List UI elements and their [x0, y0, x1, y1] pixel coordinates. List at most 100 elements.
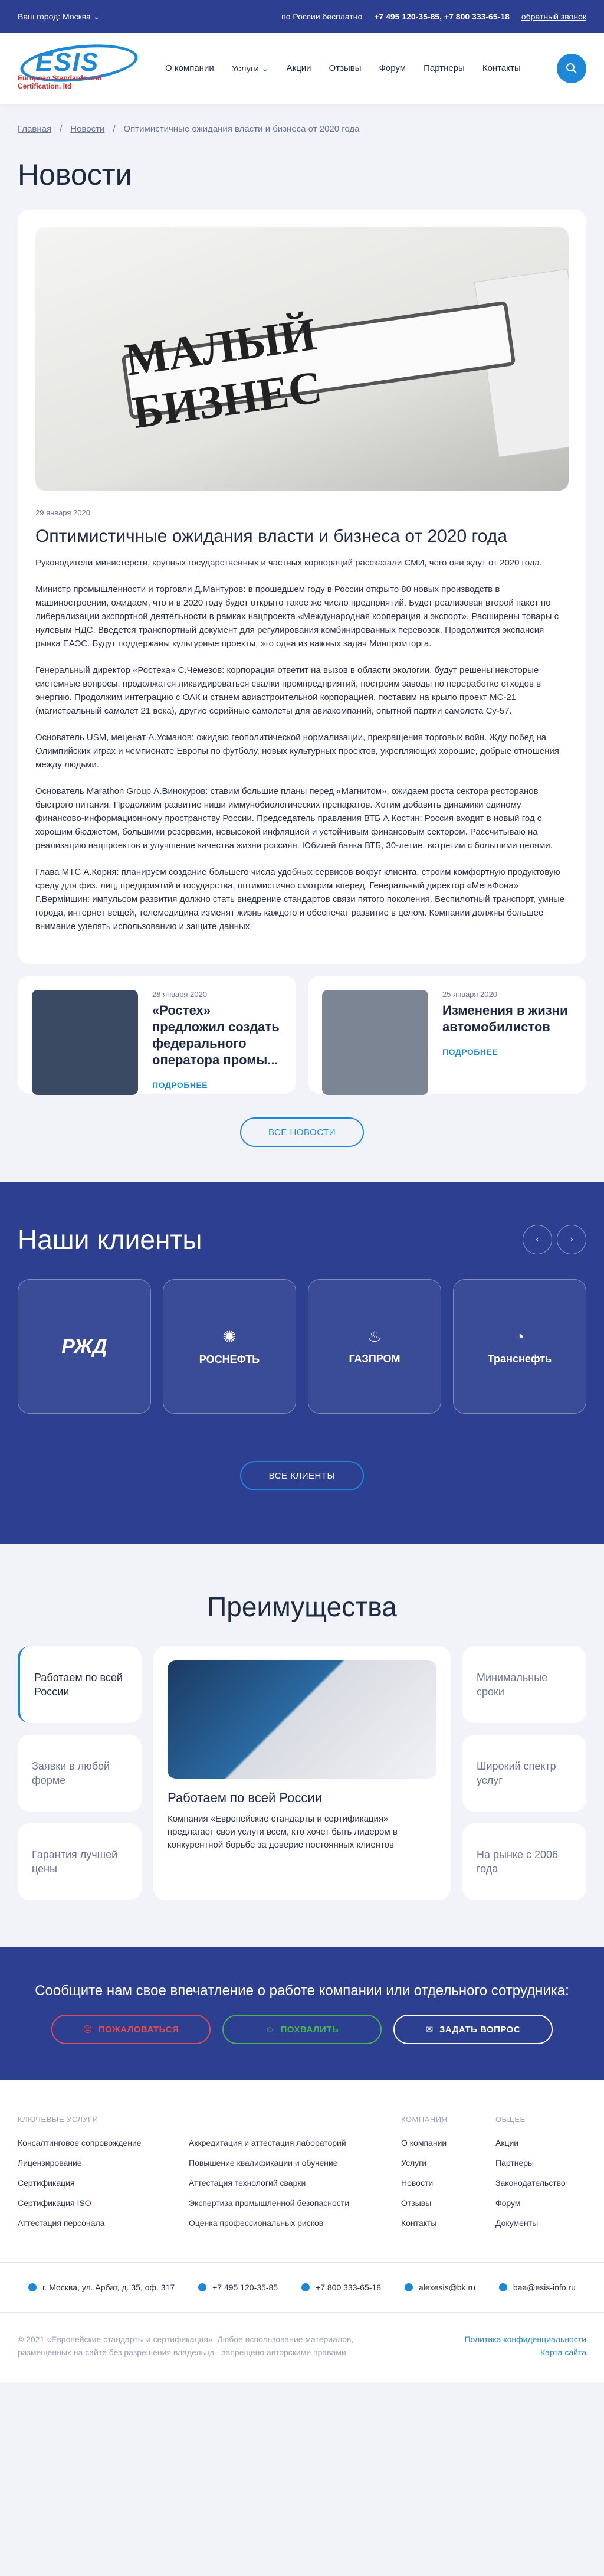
article-hero-image: МАЛЫЙ БИЗНЕС	[35, 227, 569, 491]
advantage-tab[interactable]: Гарантия лучшей цены	[18, 1823, 142, 1900]
advantage-tab[interactable]: Работаем по всей России	[18, 1646, 142, 1723]
footer-link[interactable]: Акции	[495, 2138, 586, 2147]
footer-link[interactable]: О компании	[401, 2138, 495, 2147]
ask-question-button[interactable]: ✉ ЗАДАТЬ ВОПРОС	[393, 2015, 553, 2044]
complain-button[interactable]: ☹ ПОЖАЛОВАТЬСЯ	[51, 2015, 211, 2044]
phone-numbers[interactable]: +7 495 120-35-85, +7 800 333-65-18	[374, 12, 510, 21]
advantage-detail: Работаем по всей России Компания «Европе…	[153, 1646, 451, 1900]
location-icon	[28, 2283, 37, 2291]
site-header: ESIS European Standards and Certificatio…	[0, 33, 604, 104]
breadcrumb-current: Оптимистичные ожидания власти и бизнеса …	[123, 124, 360, 134]
smile-icon: ☺	[265, 2024, 275, 2035]
footer-link[interactable]: Повышение квалификации и обучение	[189, 2158, 401, 2168]
copyright: © 2021 «Европейские стандарты и сертифик…	[18, 2335, 354, 2357]
email-1[interactable]: alexesis@bk.ru	[404, 2283, 475, 2292]
free-call-label: по России бесплатно	[281, 12, 363, 21]
breadcrumb-news[interactable]: Новости	[70, 124, 104, 134]
sitemap-link[interactable]: Карта сайта	[464, 2346, 586, 2359]
nav-partners[interactable]: Партнеры	[424, 63, 465, 74]
company-logo[interactable]: ESIS European Standards and Certificatio…	[18, 39, 142, 95]
news-card[interactable]: 25 января 2020 Изменения в жизни автомоби…	[308, 976, 586, 1095]
advantages-title: Преимущества	[207, 1591, 397, 1622]
clients-section: Наши клиенты ‹ › РЖД ✺ РОСНЕФТЬ ♨ ГАЗПРОМ …	[0, 1182, 604, 1544]
mail-icon	[404, 2283, 413, 2291]
phone-2[interactable]: +7 800 333-65-18	[301, 2283, 381, 2292]
prev-arrow-button[interactable]: ‹	[523, 1225, 552, 1254]
page-title: Новости	[18, 158, 132, 191]
advantages-section: Преимущества Работаем по всей России Зая…	[0, 1544, 604, 1947]
footer-link[interactable]: Сертификация ISO	[18, 2198, 189, 2208]
article-card: МАЛЫЙ БИЗНЕС 29 января 2020 Оптимистичны…	[18, 210, 586, 964]
advantage-tab[interactable]: Широкий спектр услуг	[462, 1735, 586, 1812]
footer-link[interactable]: Аккредитация и аттестация лабораторий	[189, 2138, 401, 2147]
nav-forum[interactable]: Форум	[379, 63, 406, 74]
chevron-left-icon: ‹	[536, 1234, 539, 1244]
advantage-tab[interactable]: На рынке с 2006 года	[462, 1823, 586, 1900]
footer-link[interactable]: Контакты	[401, 2218, 495, 2228]
chevron-down-icon: ⌄	[261, 64, 269, 74]
footer-link[interactable]: Услуги	[401, 2158, 495, 2168]
footer-link[interactable]: Экспертиза промышленной безопасности	[189, 2198, 401, 2208]
footer-link[interactable]: Сертификация	[18, 2178, 189, 2188]
footer-link[interactable]: Новости	[401, 2178, 495, 2188]
nav-about[interactable]: О компании	[165, 63, 214, 74]
news-thumbnail	[32, 990, 138, 1095]
praise-button[interactable]: ☺ ПОХВАЛИТЬ	[222, 2015, 382, 2044]
footer-contacts: г. Москва, ул. Арбат, д. 35, оф. 317 +7 …	[0, 2262, 604, 2313]
article-paragraph: Генеральный директор «Ростеха» С.Чемезов…	[35, 665, 541, 716]
more-link[interactable]: ПОДРОБНЕЕ	[152, 1080, 282, 1090]
site-footer: КЛЮЧЕВЫЕ УСЛУГИ Консалтинговое сопровожд…	[0, 2080, 604, 2382]
article-paragraph: Основатель Marathon Group А.Винокуров: с…	[35, 786, 553, 851]
transneft-icon: ◔	[515, 1328, 524, 1345]
footer-link[interactable]: Законодательство	[495, 2178, 586, 2188]
article-paragraph: Глава МТС А.Корня: планируем создание бо…	[35, 867, 565, 931]
rosneft-icon: ✺	[222, 1328, 237, 1346]
chat-icon: ✉	[425, 2025, 434, 2035]
advantage-image	[168, 1660, 436, 1779]
advantage-tab[interactable]: Заявки в любой форме	[18, 1735, 142, 1812]
client-logo-rosneft[interactable]: ✺ РОСНЕФТЬ	[163, 1279, 296, 1414]
sad-face-icon: ☹	[83, 2025, 93, 2035]
footer-link[interactable]: Оценка профессиональных рисков	[189, 2218, 401, 2228]
phone-icon	[301, 2283, 310, 2291]
all-news-button[interactable]: ВСЕ НОВОСТИ	[240, 1117, 364, 1147]
clients-title: Наши клиенты	[18, 1224, 202, 1255]
client-logo-transneft[interactable]: ◔ Транснефть	[453, 1279, 586, 1414]
news-card[interactable]: 28 января 2020 «Ростех» предложил создать…	[18, 976, 296, 1095]
city-selector[interactable]: Ваш город: Москва ⌄	[18, 12, 100, 22]
related-news: 28 января 2020 «Ростех» предложил создать…	[18, 976, 586, 1095]
search-button[interactable]	[557, 54, 586, 83]
footer-link[interactable]: Документы	[495, 2218, 586, 2228]
client-logo-gazprom[interactable]: ♨ ГАЗПРОМ	[308, 1279, 441, 1414]
phone-icon	[198, 2283, 207, 2291]
advantage-detail-text: Компания «Европейские стандарты и сертиф…	[168, 1814, 398, 1850]
chevron-right-icon: ›	[570, 1234, 573, 1244]
footer-link[interactable]: Лицензирование	[18, 2158, 189, 2168]
article-paragraph: Основатель USM, меценат А.Усманов: ожида…	[35, 733, 559, 770]
top-bar: Ваш город: Москва ⌄ по России бесплатно …	[0, 0, 604, 33]
next-arrow-button[interactable]: ›	[557, 1225, 586, 1254]
search-icon	[566, 63, 577, 74]
footer-link[interactable]: Партнеры	[495, 2158, 586, 2168]
nav-reviews[interactable]: Отзывы	[329, 63, 362, 74]
phone-1[interactable]: +7 495 120-35-85	[198, 2283, 278, 2292]
footer-link[interactable]: Аттестация технологий сварки	[189, 2178, 401, 2188]
footer-link[interactable]: Консалтинговое сопровождение	[18, 2138, 189, 2147]
footer-link[interactable]: Аттестация персонала	[18, 2218, 189, 2228]
all-clients-button[interactable]: ВСЕ КЛИЕНТЫ	[240, 1461, 364, 1490]
article-date: 29 января 2020	[35, 508, 90, 517]
footer-link[interactable]: Форум	[495, 2198, 586, 2208]
privacy-link[interactable]: Политика конфиденциальности	[464, 2333, 586, 2346]
nav-contacts[interactable]: Контакты	[482, 63, 521, 74]
more-link[interactable]: ПОДРОБНЕЕ	[442, 1047, 572, 1057]
advantage-tab[interactable]: Минимальные сроки	[462, 1646, 586, 1723]
email-2[interactable]: baa@esis-info.ru	[498, 2283, 576, 2292]
client-logo-rzd[interactable]: РЖД	[18, 1279, 151, 1414]
footer-link[interactable]: Отзывы	[401, 2198, 495, 2208]
callback-link[interactable]: обратный звонок	[521, 12, 586, 21]
feedback-title: Сообщите нам свое впечатление о работе к…	[35, 1983, 569, 1999]
nav-services[interactable]: Услуги ⌄	[232, 63, 269, 74]
article-title: Оптимистичные ожидания власти и бизнеса …	[35, 527, 508, 546]
nav-promo[interactable]: Акции	[287, 63, 311, 74]
breadcrumb-home[interactable]: Главная	[18, 124, 51, 134]
